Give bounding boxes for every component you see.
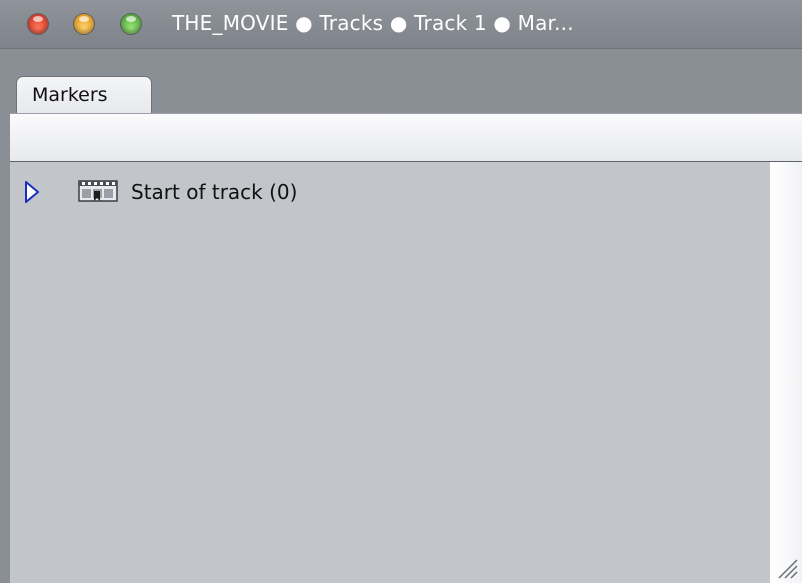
minimize-icon[interactable] <box>74 14 94 34</box>
scrollbar-track[interactable] <box>770 162 802 583</box>
markers-list: Start of track (0) <box>10 162 770 583</box>
film-marker-icon <box>78 179 120 205</box>
disclosure-triangle-icon[interactable] <box>24 180 40 204</box>
marker-label: Start of track (0) <box>131 180 298 204</box>
zoom-icon[interactable] <box>121 14 141 34</box>
tab-strip: Markers <box>0 49 802 114</box>
tab-markers-label: Markers <box>32 84 108 106</box>
list-item[interactable]: Start of track (0) <box>10 174 770 210</box>
toolbar <box>10 113 802 163</box>
window-title: THE_MOVIE ● Tracks ● Track 1 ● Mar... <box>172 11 574 35</box>
markers-window: THE_MOVIE ● Tracks ● Track 1 ● Mar... Ma… <box>0 0 802 583</box>
close-icon[interactable] <box>28 14 48 34</box>
resize-grip-icon[interactable] <box>775 556 799 580</box>
title-bar[interactable]: THE_MOVIE ● Tracks ● Track 1 ● Mar... <box>0 0 802 49</box>
tab-markers[interactable]: Markers <box>16 76 152 114</box>
